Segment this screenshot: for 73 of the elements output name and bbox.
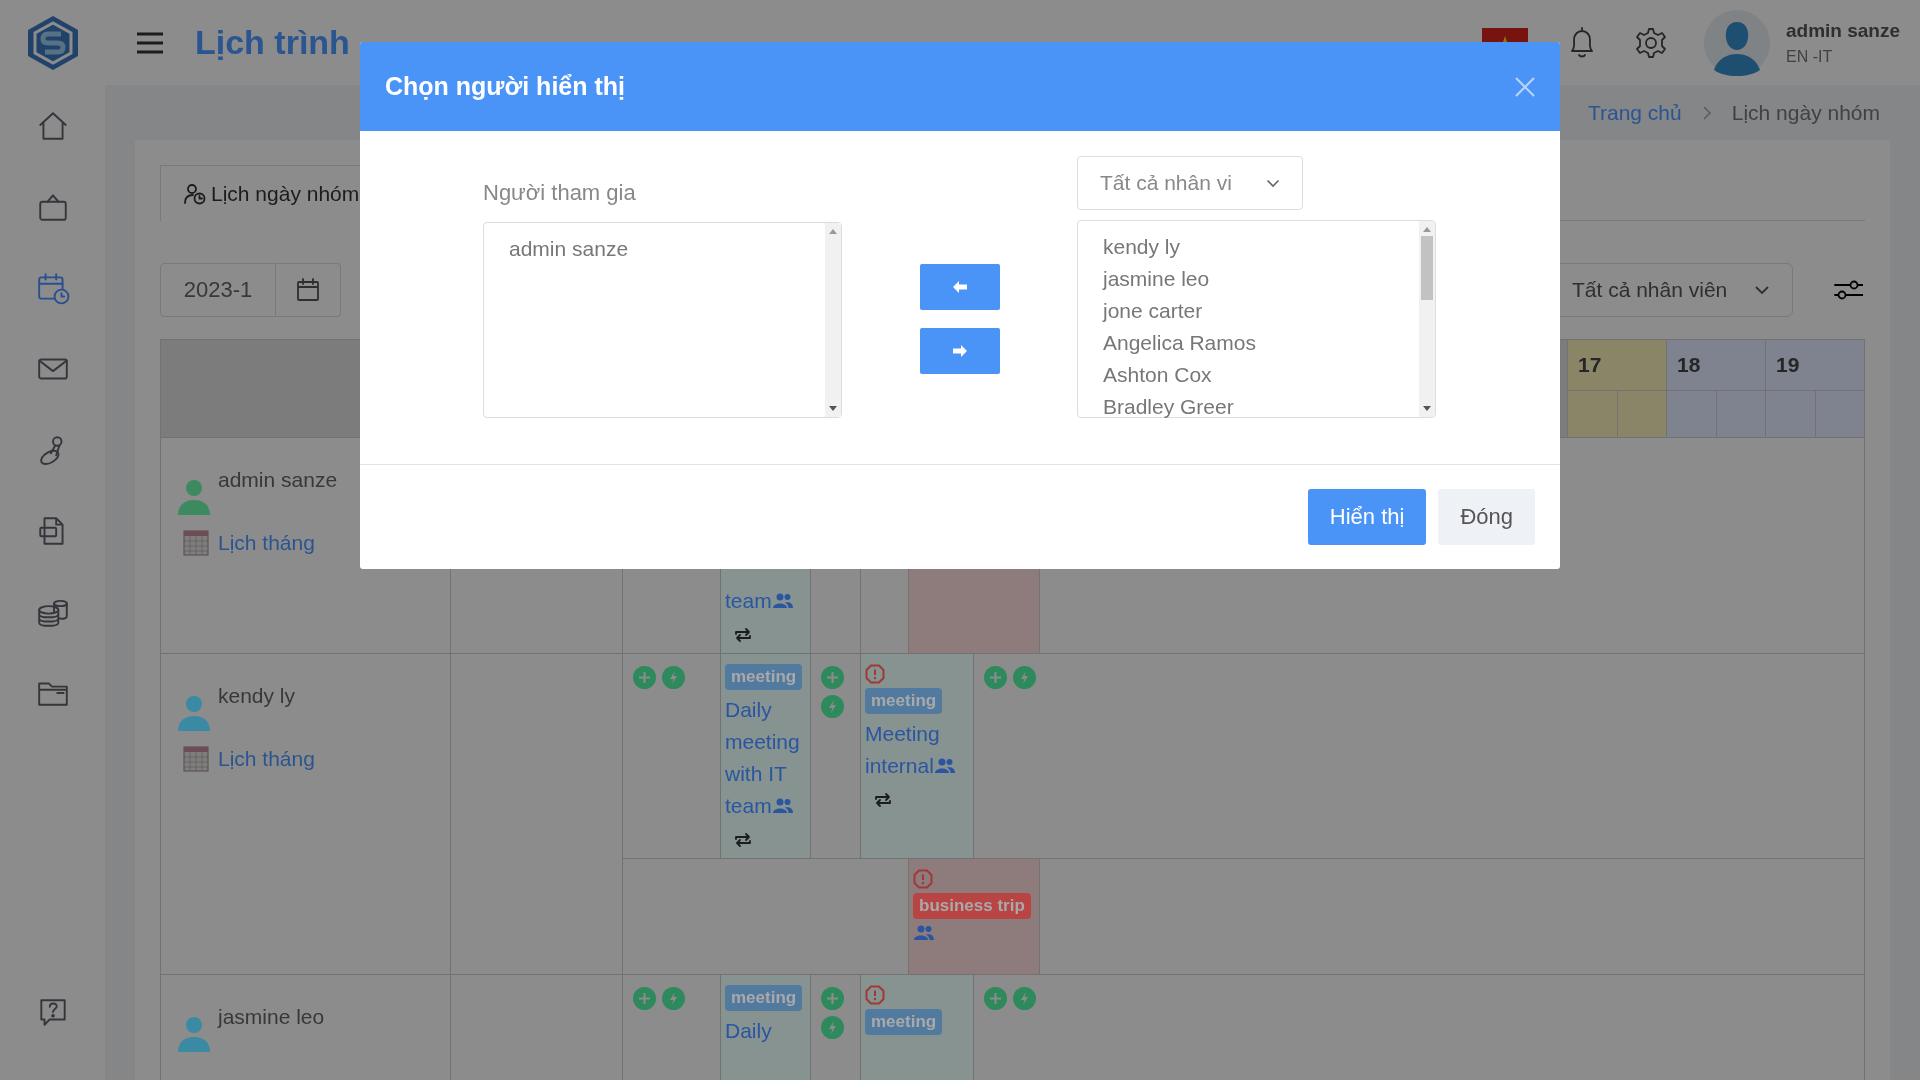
plus-icon[interactable] [633, 987, 656, 1010]
calendar-icon [295, 277, 321, 303]
list-item[interactable]: admin sanze [509, 233, 629, 265]
chevron-right-icon [1701, 104, 1712, 121]
user-clock-icon [183, 181, 207, 206]
calendar-button[interactable] [276, 263, 341, 317]
participants-list[interactable]: admin sanze [483, 222, 842, 418]
event-title: Daily meeting with IT team [725, 698, 800, 817]
bolt-icon[interactable] [1013, 987, 1036, 1010]
bolt-icon[interactable] [662, 666, 685, 689]
event-tag: meeting [725, 664, 803, 690]
event-title: Daily [725, 1019, 772, 1042]
logo-icon[interactable] [25, 14, 80, 72]
bolt-icon[interactable] [821, 695, 844, 718]
event-tag: meeting [865, 688, 943, 714]
person-icon [175, 694, 213, 732]
event-title: Meeting internal [865, 722, 940, 777]
employee-select[interactable]: Tất cả nhân vi [1077, 156, 1303, 210]
event-title: team [725, 589, 772, 612]
breadcrumb-current: Lịch ngày nhóm [1731, 100, 1880, 125]
page-title: Lịch trình [195, 23, 350, 62]
person-name: kendy ly [218, 684, 296, 708]
month-link[interactable]: Lịch tháng [183, 530, 315, 556]
scrollbar[interactable] [1419, 221, 1435, 417]
chevron-down-icon [1754, 285, 1770, 295]
list-item[interactable]: jasmine leo [1103, 263, 1210, 295]
user-name: admin sanze [1785, 19, 1900, 42]
day-number: 19 [1766, 340, 1864, 391]
event-cell[interactable]: meeting Daily [721, 975, 811, 1080]
move-right-button[interactable] [920, 328, 1000, 374]
bolt-icon[interactable] [662, 987, 685, 1010]
arrow-left-icon [953, 281, 967, 293]
event-cell[interactable]: meeting Meeting internal [861, 654, 974, 858]
close-icon[interactable] [1514, 75, 1536, 98]
calendar-clock-icon[interactable] [35, 270, 70, 305]
plus-icon[interactable] [984, 987, 1007, 1010]
month-link[interactable]: Lịch tháng [183, 746, 315, 772]
user-subtitle: EN -IT [1785, 47, 1834, 66]
person-name: jasmine leo [218, 1005, 325, 1029]
event-tag: business trip [913, 893, 1031, 919]
event-tag: meeting [865, 1009, 943, 1035]
event-cell[interactable]: meeting Daily meeting with IT team [721, 654, 811, 858]
person-icon [175, 478, 213, 516]
plus-icon[interactable] [821, 666, 844, 689]
calendar-grid-icon [183, 530, 209, 556]
dialog-title: Chọn người hiển thị [385, 72, 625, 101]
plus-icon[interactable] [633, 666, 656, 689]
employee-list[interactable]: kendy ly jasmine leo jone carter Angelica Ramos Ashton Cox Bradley Greer [1077, 220, 1436, 418]
list-item[interactable]: jone carter [1103, 295, 1203, 327]
list-item[interactable]: Angelica Ramos [1103, 327, 1256, 359]
event-cell[interactable]: business trip [909, 859, 1040, 974]
chevron-down-icon [1266, 178, 1280, 188]
menu-icon[interactable] [135, 30, 165, 55]
breadcrumb-link[interactable]: Trang chủ [1587, 100, 1682, 125]
move-left-button[interactable] [920, 264, 1000, 310]
plus-icon[interactable] [821, 987, 844, 1010]
person-name: admin sanze [218, 468, 338, 492]
date-field[interactable]: 2023-1 [160, 263, 276, 317]
event-tag: meeting [725, 985, 803, 1011]
bolt-icon[interactable] [821, 1016, 844, 1039]
avatar[interactable] [1703, 9, 1770, 76]
arrow-right-icon [953, 345, 967, 357]
settings-icon[interactable] [1633, 25, 1668, 60]
show-button[interactable]: Hiển thị [1307, 489, 1427, 545]
list-item[interactable]: kendy ly [1103, 231, 1181, 263]
scrollbar[interactable] [825, 223, 841, 417]
bolt-icon[interactable] [1013, 666, 1036, 689]
close-button[interactable]: Đóng [1438, 489, 1535, 545]
field-label: Người tham gia [483, 180, 637, 206]
plus-icon[interactable] [984, 666, 1007, 689]
list-item[interactable]: Ashton Cox [1103, 359, 1212, 391]
calendar-grid-icon [183, 746, 209, 772]
person-icon [175, 1015, 213, 1053]
